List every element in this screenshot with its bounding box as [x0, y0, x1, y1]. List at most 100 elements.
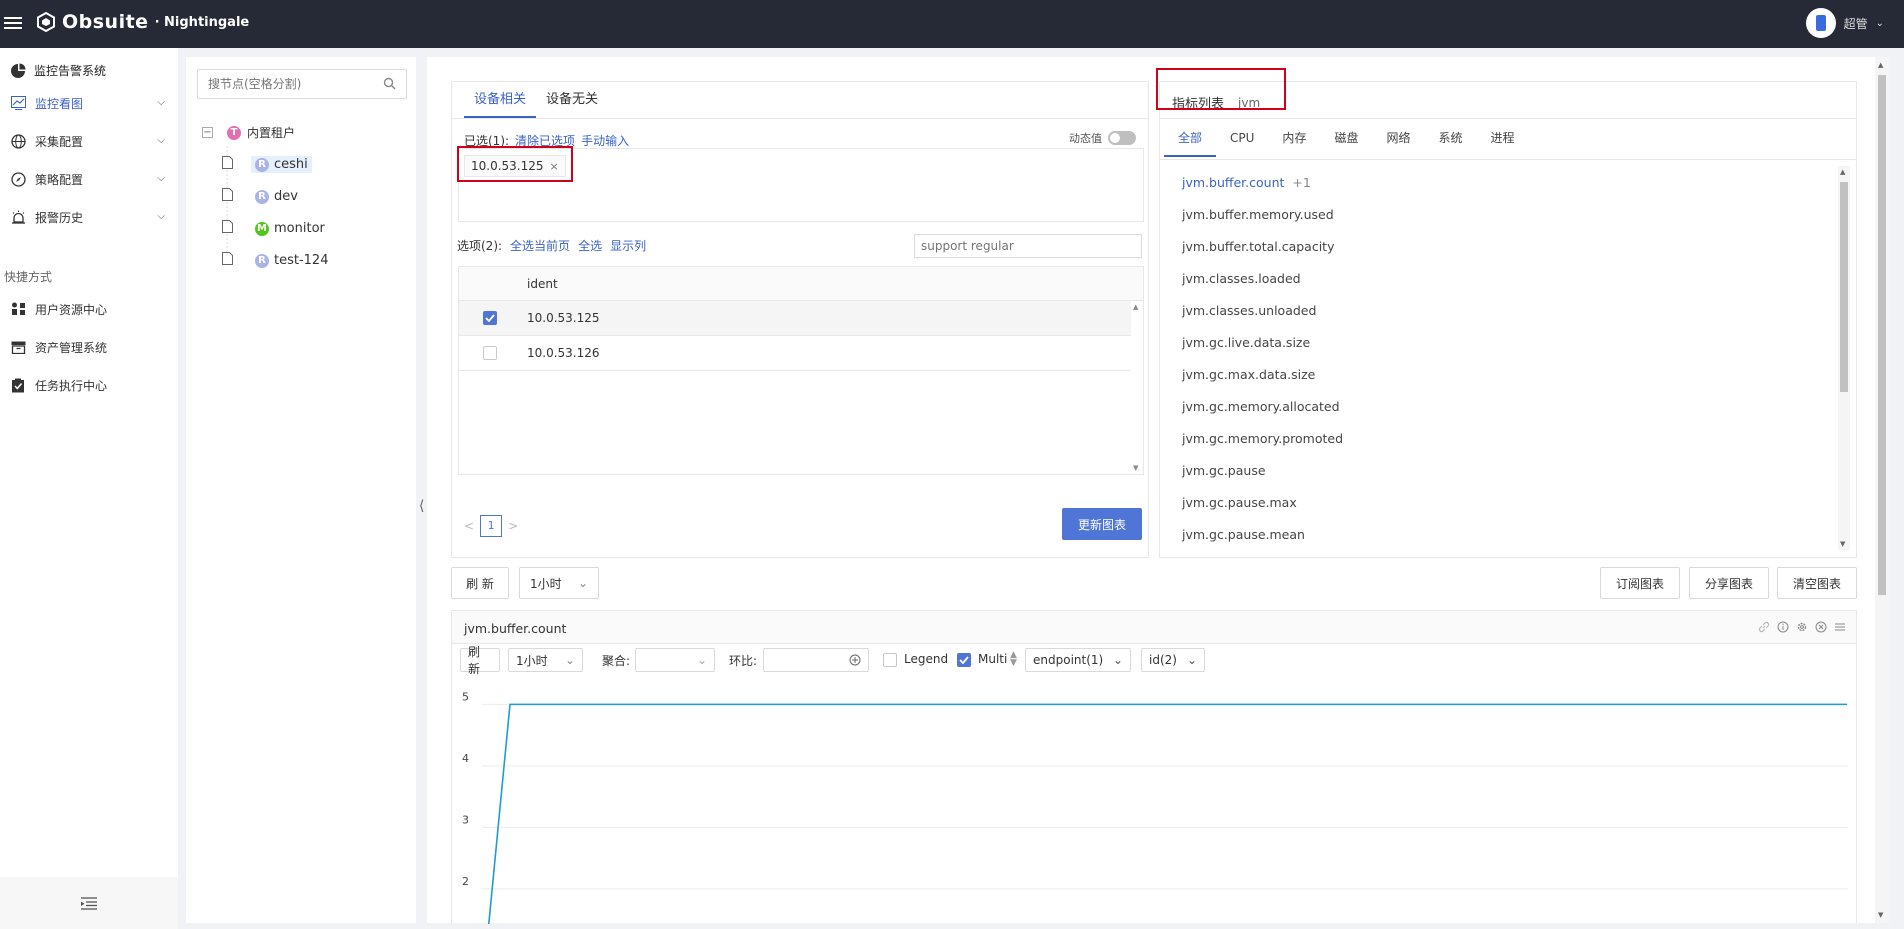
- search-icon[interactable]: [383, 77, 396, 93]
- subscribe-chart-button[interactable]: 订阅图表: [1600, 567, 1680, 599]
- sort-icon[interactable]: ▲ ▼: [1010, 651, 1017, 668]
- dynamic-value-toggle[interactable]: [1108, 131, 1136, 145]
- scrollbar-thumb[interactable]: [1878, 75, 1886, 595]
- table-scrollbar[interactable]: ▲ ▼: [1131, 301, 1143, 474]
- node-label: test-124: [274, 253, 329, 268]
- table-row[interactable]: 10.0.53.125: [459, 301, 1131, 336]
- chart-time-range-select[interactable]: 1小时 ⌄: [508, 648, 583, 672]
- row-checkbox[interactable]: [483, 311, 497, 325]
- node-tree-panel: − T 内置租户 Rceshi Rdev Mmonitor Rtest-124: [186, 57, 416, 923]
- share-chart-button[interactable]: 分享图表: [1689, 567, 1769, 599]
- tab-device-unrelated[interactable]: 设备无关: [536, 82, 608, 118]
- legend-checkbox[interactable]: [883, 653, 897, 667]
- shortcut-user-resource[interactable]: 用户资源中心: [10, 298, 165, 320]
- chevron-down-icon: ⌵: [157, 97, 165, 108]
- tree-node-dev[interactable]: Rdev: [222, 188, 298, 205]
- panel-collapse-handle[interactable]: ⟨: [419, 498, 427, 522]
- metric-item[interactable]: jvm.gc.max.data.size: [1182, 367, 1315, 382]
- time-range-select[interactable]: 1小时 ⌄: [519, 567, 599, 599]
- gear-icon[interactable]: [1796, 621, 1808, 633]
- prev-page-icon[interactable]: <: [464, 519, 474, 533]
- metric-item[interactable]: jvm.gc.memory.allocated: [1182, 399, 1340, 414]
- metric-item[interactable]: jvm.gc.pause.max: [1182, 495, 1297, 510]
- chevron-down-icon: ⌵: [157, 211, 165, 222]
- metric-item[interactable]: jvm.gc.memory.promoted: [1182, 431, 1343, 446]
- update-chart-button[interactable]: 更新图表: [1062, 508, 1142, 540]
- sidebar-item-alert-history[interactable]: 报警历史 ⌵: [10, 206, 165, 228]
- tree-root-node[interactable]: − T 内置租户: [202, 124, 295, 141]
- info-icon[interactable]: [1777, 621, 1789, 633]
- category-tab-network[interactable]: 网络: [1372, 119, 1424, 157]
- metric-item[interactable]: jvm.classes.loaded: [1182, 271, 1301, 286]
- scrollbar-thumb[interactable]: [1840, 182, 1848, 392]
- add-circle-icon[interactable]: [849, 654, 861, 666]
- metric-item[interactable]: jvm.gc.pause.mean: [1182, 527, 1305, 542]
- ratio-input[interactable]: [763, 648, 869, 672]
- metric-item[interactable]: jvm.classes.unloaded: [1182, 303, 1316, 318]
- manual-input-link[interactable]: 手动输入: [581, 132, 629, 149]
- sidebar-item-strategy[interactable]: 策略配置 ⌵: [10, 168, 165, 190]
- category-tab-process[interactable]: 进程: [1476, 119, 1528, 157]
- options-count-label: 选项(2):: [457, 239, 503, 253]
- category-tab-system[interactable]: 系统: [1424, 119, 1476, 157]
- list-icon[interactable]: [1834, 621, 1846, 633]
- shortcut-asset-management[interactable]: 资产管理系统: [10, 336, 165, 358]
- chart-time-range-value: 1小时: [516, 653, 548, 668]
- select-current-page-link[interactable]: 全选当前页: [510, 237, 570, 254]
- table-row[interactable]: 10.0.53.126: [459, 336, 1131, 371]
- metric-item[interactable]: jvm.buffer.count +1: [1182, 175, 1311, 190]
- sidebar-item-label: 采集配置: [35, 134, 84, 149]
- category-tab-all[interactable]: 全部: [1164, 119, 1217, 157]
- legend-label: Legend: [904, 652, 949, 666]
- metric-item[interactable]: jvm.buffer.total.capacity: [1182, 239, 1334, 254]
- chevron-down-icon: ⌄: [696, 653, 707, 667]
- id-select[interactable]: id(2) ⌄: [1141, 648, 1205, 672]
- logo-mark-icon: [37, 12, 55, 32]
- metric-item[interactable]: jvm.gc.live.data.size: [1182, 335, 1310, 350]
- chart-refresh-button[interactable]: 刷 新: [460, 645, 500, 676]
- tree-node-ceshi[interactable]: Rceshi: [222, 156, 312, 173]
- hamburger-menu-icon[interactable]: [4, 14, 22, 32]
- user-name: 超管: [1843, 16, 1868, 31]
- close-circle-icon[interactable]: [1815, 621, 1827, 633]
- show-columns-link[interactable]: 显示列: [610, 237, 646, 254]
- system-title[interactable]: 监控告警系统: [10, 62, 106, 79]
- clear-chart-button[interactable]: 清空图表: [1777, 567, 1857, 599]
- row-checkbox[interactable]: [483, 346, 497, 360]
- column-header-ident[interactable]: ident: [527, 277, 558, 291]
- multi-checkbox[interactable]: [957, 653, 971, 667]
- chevron-down-icon: ⌄: [577, 576, 588, 590]
- category-tab-memory[interactable]: 内存: [1268, 119, 1320, 157]
- device-table: ident 10.0.53.125 10.0.53.126 ▲ ▼: [458, 266, 1144, 475]
- regex-filter-input[interactable]: [914, 234, 1142, 258]
- tree-search-input[interactable]: [198, 70, 368, 98]
- line-chart: 5 4 3 2: [462, 690, 1848, 924]
- tab-device-related[interactable]: 设备相关: [464, 82, 537, 118]
- collapse-icon[interactable]: −: [202, 127, 213, 138]
- sidebar-collapse-button[interactable]: [0, 877, 178, 929]
- select-all-link[interactable]: 全选: [578, 237, 602, 254]
- aggregate-select[interactable]: ⌄: [635, 648, 715, 672]
- logo-subtext: · Nightingale: [154, 14, 250, 30]
- user-menu[interactable]: 超管 ⌄: [1805, 8, 1884, 38]
- page-number[interactable]: 1: [480, 515, 503, 537]
- metrics-scrollbar[interactable]: ▲ ▼: [1838, 166, 1850, 550]
- category-tab-disk[interactable]: 磁盘: [1320, 119, 1372, 157]
- endpoint-select[interactable]: endpoint(1) ⌄: [1025, 648, 1131, 672]
- file-icon: [222, 252, 233, 269]
- sidebar-item-collect[interactable]: 采集配置 ⌵: [10, 130, 165, 152]
- metric-item[interactable]: jvm.gc.pause: [1182, 463, 1266, 478]
- chevron-down-icon: ⌵: [157, 135, 165, 146]
- next-page-icon[interactable]: >: [508, 519, 518, 533]
- category-tab-cpu[interactable]: CPU: [1216, 119, 1268, 157]
- refresh-button[interactable]: 刷 新: [451, 567, 509, 599]
- link-icon[interactable]: [1758, 621, 1770, 633]
- chart-title: jvm.buffer.count: [464, 621, 567, 636]
- tree-node-test-124[interactable]: Rtest-124: [222, 252, 328, 269]
- page-scrollbar[interactable]: ▲ ▼: [1875, 57, 1889, 923]
- tree-node-monitor[interactable]: Mmonitor: [222, 220, 325, 237]
- sidebar-item-dashboard[interactable]: 监控看图 ⌵: [10, 92, 165, 114]
- shortcut-task-center[interactable]: 任务执行中心: [10, 374, 165, 396]
- series-line[interactable]: [487, 703, 1847, 924]
- metric-item[interactable]: jvm.buffer.memory.used: [1182, 207, 1334, 222]
